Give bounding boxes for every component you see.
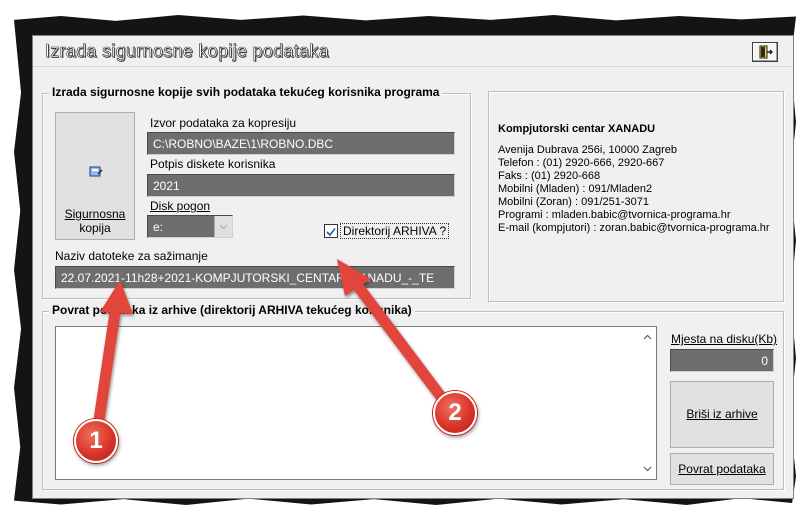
source-field[interactable]: C:\ROBNO\BAZE\1\ROBNO.DBC — [147, 132, 455, 155]
annotation-badge-2: 2 — [433, 391, 477, 435]
company-fax: Faks : (01) 2920-668 — [498, 170, 601, 182]
disk-select-value: e: — [153, 220, 164, 234]
archive-listbox[interactable] — [55, 326, 657, 480]
exit-door-icon — [759, 45, 773, 59]
disk-select[interactable]: e: — [147, 215, 233, 238]
disk-label: Disk pogon — [150, 199, 210, 213]
backup-group: Izrada sigurnosne kopije svih podataka t… — [42, 85, 471, 299]
filename-field[interactable]: 22.07.2021-11h28+2021-KOMPJUTORSKI_CENTA… — [55, 266, 455, 289]
signature-field[interactable]: 2021 — [147, 174, 455, 197]
company-mobile-mladen: Mobilni (Mladen) : 091/Mladen2 — [498, 183, 653, 195]
filename-label: Naziv datoteke za sažimanje — [55, 249, 208, 263]
title-bar: Izrada sigurnosne kopije podataka — [33, 36, 793, 67]
company-name: Kompjutorski centar XANADU — [498, 123, 656, 135]
scroll-down-icon[interactable] — [639, 461, 656, 477]
scroll-up-icon[interactable] — [639, 329, 656, 345]
restore-data-button[interactable]: Povrat podataka — [670, 453, 774, 485]
disk-space-field: 0 — [670, 349, 774, 372]
company-address: Avenija Dubrava 256i, 10000 Zagreb — [498, 144, 677, 156]
restore-button-label: Povrat podataka — [678, 462, 766, 476]
backup-button-label-line2: kopija — [79, 221, 111, 235]
signature-label: Potpis diskete korisnika — [150, 157, 276, 171]
exit-button[interactable] — [752, 42, 778, 62]
chevron-down-icon — [214, 216, 232, 237]
disk-label-text: Disk pogon — [150, 199, 211, 213]
delete-from-archive-button[interactable]: Briši iz arhive — [670, 381, 774, 448]
company-phone: Telefon : (01) 2920-666, 2920-667 — [498, 157, 665, 169]
disk-space-label-text: Mjesta na disku(Kb) — [671, 332, 778, 346]
disk-space-label: Mjesta na disku(Kb) — [671, 332, 777, 346]
checkbox-checked-icon — [324, 224, 338, 238]
company-info-panel: Kompjutorski centar XANADU Avenija Dubra… — [488, 91, 784, 302]
archive-checkbox-label: Direktorij ARHIVA ? — [340, 223, 450, 239]
archive-checkbox[interactable]: Direktorij ARHIVA ? — [324, 223, 454, 239]
backup-group-legend: Izrada sigurnosne kopije svih podataka t… — [49, 85, 443, 99]
annotation-badge-1: 1 — [74, 419, 118, 463]
source-label: Izvor podataka za kopresiju — [150, 116, 297, 130]
company-email: E-mail (kompjutori) : zoran.babic@tvorni… — [498, 222, 770, 234]
company-mobile-zoran: Mobilni (Zoran) : 091/251-3071 — [498, 196, 650, 208]
floppy-notepad-icon — [89, 166, 103, 177]
backup-button[interactable]: Sigurnosna kopija — [55, 112, 135, 240]
restore-group: Povrat podataka iz arhive (direktorij AR… — [42, 303, 784, 490]
window-title: Izrada sigurnosne kopije podataka — [45, 41, 330, 62]
company-programs-email: Programi : mladen.babic@tvornica-program… — [498, 209, 731, 221]
delete-button-label: Briši iz arhive — [686, 407, 758, 421]
restore-group-legend: Povrat podataka iz arhive (direktorij AR… — [49, 303, 415, 317]
company-details: Avenija Dubrava 256i, 10000 Zagreb Telef… — [498, 144, 770, 235]
listbox-scrollbar[interactable] — [639, 327, 656, 479]
backup-dialog: Izrada sigurnosne kopije podataka Izrada… — [32, 35, 794, 499]
backup-button-label-line1: Sigurnosna — [64, 207, 126, 221]
